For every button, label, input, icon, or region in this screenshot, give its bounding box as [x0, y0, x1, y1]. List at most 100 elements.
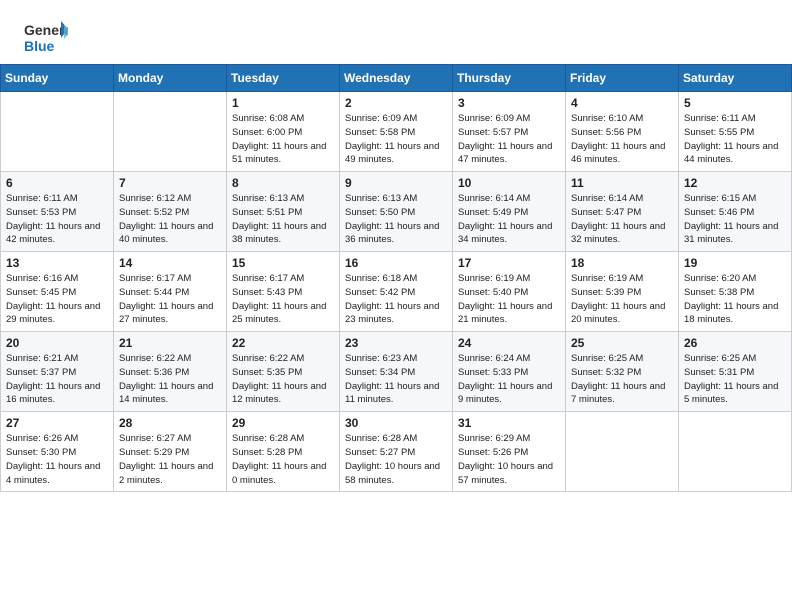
cell-content: Sunrise: 6:11 AMSunset: 5:53 PMDaylight:… [6, 192, 108, 247]
page-header: General Blue [0, 0, 792, 64]
day-number: 1 [232, 96, 334, 110]
cell-content: Sunrise: 6:26 AMSunset: 5:30 PMDaylight:… [6, 432, 108, 487]
calendar-cell: 26 Sunrise: 6:25 AMSunset: 5:31 PMDayligh… [679, 332, 792, 412]
sunset-label: Sunset: 5:53 PM [6, 207, 76, 218]
calendar-cell: 12 Sunrise: 6:15 AMSunset: 5:46 PMDayligh… [679, 172, 792, 252]
daylight-label: Daylight: 11 hours and 44 minutes. [684, 141, 778, 166]
cell-content: Sunrise: 6:27 AMSunset: 5:29 PMDaylight:… [119, 432, 221, 487]
day-number: 12 [684, 176, 786, 190]
cell-content: Sunrise: 6:25 AMSunset: 5:31 PMDaylight:… [684, 352, 786, 407]
daylight-label: Daylight: 11 hours and 21 minutes. [458, 301, 552, 326]
cell-content: Sunrise: 6:19 AM Sunset: 5:40 PM Daylight:… [458, 272, 560, 327]
daylight-label: Daylight: 11 hours and 36 minutes. [345, 221, 439, 246]
day-number: 29 [232, 416, 334, 430]
svg-text:Blue: Blue [24, 38, 55, 54]
sunset-label: Sunset: 5:46 PM [684, 207, 754, 218]
cell-content: Sunrise: 6:10 AM Sunset: 5:56 PM Daylight:… [571, 112, 673, 167]
day-number: 27 [6, 416, 108, 430]
cell-content: Sunrise: 6:14 AMSunset: 5:49 PMDaylight:… [458, 192, 560, 247]
weekday-header-saturday: Saturday [679, 65, 792, 92]
cell-content: Sunrise: 6:17 AM Sunset: 5:43 PM Daylight:… [232, 272, 334, 327]
sunrise-label: Sunrise: 6:24 AM [458, 353, 530, 364]
day-number: 6 [6, 176, 108, 190]
calendar-cell [114, 92, 227, 172]
calendar-cell: 27 Sunrise: 6:26 AMSunset: 5:30 PMDayligh… [1, 412, 114, 492]
sunrise-label: Sunrise: 6:08 AM [232, 113, 304, 124]
daylight-label: Daylight: 11 hours and 31 minutes. [684, 221, 778, 246]
calendar-week-4: 20Sunrise: 6:21 AMSunset: 5:37 PMDayligh… [1, 332, 792, 412]
day-number: 8 [232, 176, 334, 190]
sunrise-label: Sunrise: 6:14 AM [571, 193, 643, 204]
sunrise-label: Sunrise: 6:17 AM [232, 273, 304, 284]
sunset-label: Sunset: 5:36 PM [119, 367, 189, 378]
sunset-label: Sunset: 6:00 PM [232, 127, 302, 138]
daylight-label: Daylight: 11 hours and 42 minutes. [6, 221, 100, 246]
cell-content: Sunrise: 6:11 AMSunset: 5:55 PMDaylight:… [684, 112, 786, 167]
sunset-label: Sunset: 5:43 PM [232, 287, 302, 298]
calendar-cell: 6 Sunrise: 6:11 AMSunset: 5:53 PMDaylight… [1, 172, 114, 252]
sunrise-label: Sunrise: 6:12 AM [119, 193, 191, 204]
day-number: 26 [684, 336, 786, 350]
cell-content: Sunrise: 6:13 AMSunset: 5:51 PMDaylight:… [232, 192, 334, 247]
cell-content: Sunrise: 6:19 AMSunset: 5:39 PMDaylight:… [571, 272, 673, 327]
cell-content: Sunrise: 6:22 AMSunset: 5:36 PMDaylight:… [119, 352, 221, 407]
calendar-cell: 5Sunrise: 6:11 AMSunset: 5:55 PMDaylight… [679, 92, 792, 172]
calendar-cell: 1 Sunrise: 6:08 AM Sunset: 6:00 PM Daylight… [227, 92, 340, 172]
cell-content: Sunrise: 6:17 AMSunset: 5:44 PMDaylight:… [119, 272, 221, 327]
daylight-label: Daylight: 11 hours and 29 minutes. [6, 301, 100, 326]
sunset-label: Sunset: 5:40 PM [458, 287, 528, 298]
sunrise-label: Sunrise: 6:19 AM [571, 273, 643, 284]
daylight-label: Daylight: 11 hours and 25 minutes. [232, 301, 326, 326]
daylight-label: Daylight: 11 hours and 20 minutes. [571, 301, 665, 326]
calendar-cell: 17 Sunrise: 6:19 AM Sunset: 5:40 PM Dayligh… [453, 252, 566, 332]
calendar-cell: 16Sunrise: 6:18 AMSunset: 5:42 PMDayligh… [340, 252, 453, 332]
sunrise-label: Sunrise: 6:20 AM [684, 273, 756, 284]
day-number: 19 [684, 256, 786, 270]
daylight-label: Daylight: 11 hours and 11 minutes. [345, 381, 439, 406]
day-number: 30 [345, 416, 447, 430]
sunrise-label: Sunrise: 6:19 AM [458, 273, 530, 284]
weekday-header-thursday: Thursday [453, 65, 566, 92]
sunset-label: Sunset: 5:44 PM [119, 287, 189, 298]
day-number: 18 [571, 256, 673, 270]
calendar-cell: 30Sunrise: 6:28 AMSunset: 5:27 PMDayligh… [340, 412, 453, 492]
day-number: 28 [119, 416, 221, 430]
calendar-cell: 11Sunrise: 6:14 AMSunset: 5:47 PMDayligh… [566, 172, 679, 252]
daylight-label: Daylight: 11 hours and 38 minutes. [232, 221, 326, 246]
sunset-label: Sunset: 5:30 PM [6, 447, 76, 458]
cell-content: Sunrise: 6:15 AMSunset: 5:46 PMDaylight:… [684, 192, 786, 247]
day-number: 21 [119, 336, 221, 350]
sunset-label: Sunset: 5:26 PM [458, 447, 528, 458]
day-number: 31 [458, 416, 560, 430]
sunrise-label: Sunrise: 6:09 AM [458, 113, 530, 124]
weekday-header-row: SundayMondayTuesdayWednesdayThursdayFrid… [1, 65, 792, 92]
sunrise-label: Sunrise: 6:21 AM [6, 353, 78, 364]
calendar-week-1: 1 Sunrise: 6:08 AM Sunset: 6:00 PM Daylight… [1, 92, 792, 172]
day-number: 17 [458, 256, 560, 270]
sunrise-label: Sunrise: 6:10 AM [571, 113, 643, 124]
day-number: 10 [458, 176, 560, 190]
sunrise-label: Sunrise: 6:27 AM [119, 433, 191, 444]
weekday-header-sunday: Sunday [1, 65, 114, 92]
daylight-label: Daylight: 11 hours and 51 minutes. [232, 141, 326, 166]
calendar-table: SundayMondayTuesdayWednesdayThursdayFrid… [0, 64, 792, 492]
daylight-label: Daylight: 11 hours and 27 minutes. [119, 301, 213, 326]
sunset-label: Sunset: 5:56 PM [571, 127, 641, 138]
sunset-label: Sunset: 5:50 PM [345, 207, 415, 218]
calendar-cell: 14Sunrise: 6:17 AMSunset: 5:44 PMDayligh… [114, 252, 227, 332]
sunset-label: Sunset: 5:57 PM [458, 127, 528, 138]
daylight-label: Daylight: 11 hours and 12 minutes. [232, 381, 326, 406]
cell-content: Sunrise: 6:18 AMSunset: 5:42 PMDaylight:… [345, 272, 447, 327]
day-number: 22 [232, 336, 334, 350]
daylight-label: Daylight: 11 hours and 4 minutes. [6, 461, 100, 486]
sunrise-label: Sunrise: 6:13 AM [232, 193, 304, 204]
day-number: 3 [458, 96, 560, 110]
calendar-cell: 29Sunrise: 6:28 AMSunset: 5:28 PMDayligh… [227, 412, 340, 492]
day-number: 24 [458, 336, 560, 350]
calendar-cell: 18 Sunrise: 6:19 AMSunset: 5:39 PMDayligh… [566, 252, 679, 332]
sunset-label: Sunset: 5:28 PM [232, 447, 302, 458]
daylight-label: Daylight: 11 hours and 46 minutes. [571, 141, 665, 166]
daylight-label: Daylight: 11 hours and 2 minutes. [119, 461, 213, 486]
day-number: 15 [232, 256, 334, 270]
calendar-cell [566, 412, 679, 492]
